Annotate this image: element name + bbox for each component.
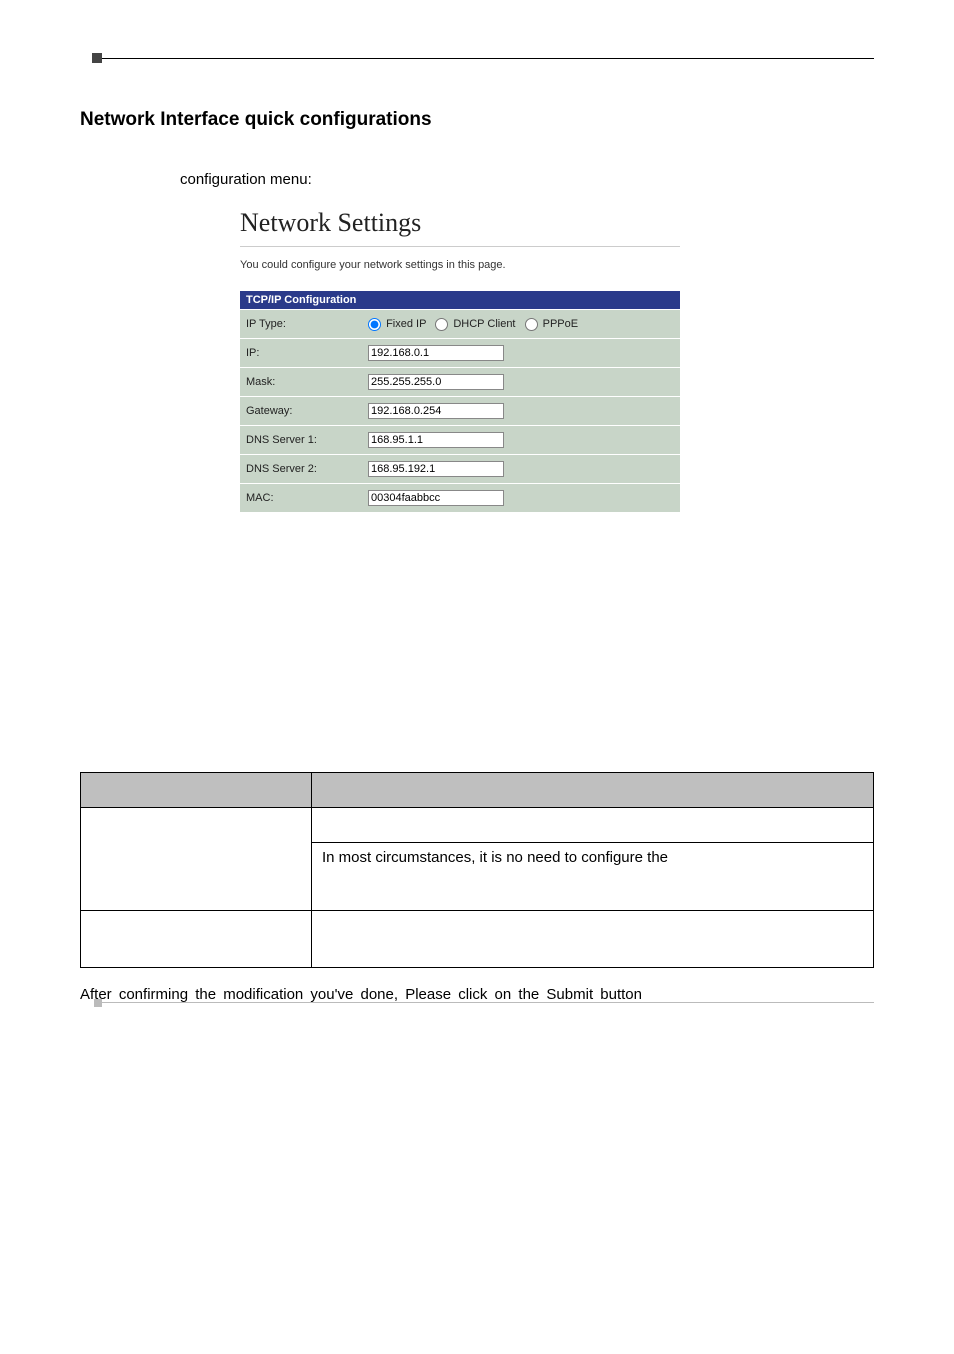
desc-row2-right: In most circumstances, it is no need to … [312,842,874,910]
gateway-input[interactable] [368,403,504,419]
desc-row-left [81,808,312,911]
tcpip-config-table: TCP/IP Configuration IP Type: Fixed IP D… [240,291,680,512]
ip-type-dhcp-option[interactable]: DHCP Client [435,318,518,330]
description-table: In most circumstances, it is no need to … [80,772,874,968]
mask-label: Mask: [240,368,362,397]
desc-row1-right [312,808,874,843]
intro-text: configuration menu: [180,171,874,188]
settings-description: You could configure your network setting… [240,259,680,271]
ip-type-dhcp-radio[interactable] [435,318,448,331]
desc-header-right [312,773,874,808]
mac-input[interactable] [368,490,504,506]
divider [240,246,680,247]
network-settings-panel: Network Settings You could configure you… [240,208,680,512]
settings-heading: Network Settings [240,208,680,238]
dns1-input[interactable] [368,432,504,448]
dns2-label: DNS Server 2: [240,455,362,484]
ip-label: IP: [240,339,362,368]
gateway-label: Gateway: [240,397,362,426]
desc-header-left [81,773,312,808]
ip-type-fixed-option[interactable]: Fixed IP [368,318,429,330]
dns2-input[interactable] [368,461,504,477]
ip-type-pppoe-radio[interactable] [525,318,538,331]
dns1-label: DNS Server 1: [240,426,362,455]
ip-type-pppoe-option[interactable]: PPPoE [525,318,579,330]
section-title: Network Interface quick configurations [80,109,874,131]
decorative-square [92,53,102,63]
desc-row3-left [81,911,312,968]
mask-input[interactable] [368,374,504,390]
ip-type-label: IP Type: [240,310,362,339]
mac-label: MAC: [240,484,362,513]
ip-input[interactable] [368,345,504,361]
ip-type-fixed-radio[interactable] [368,318,381,331]
decorative-square-bottom [94,999,102,1007]
desc-row3-right [312,911,874,968]
config-table-header: TCP/IP Configuration [240,291,680,310]
after-confirm-text: After confirming the modification you've… [80,986,874,1003]
